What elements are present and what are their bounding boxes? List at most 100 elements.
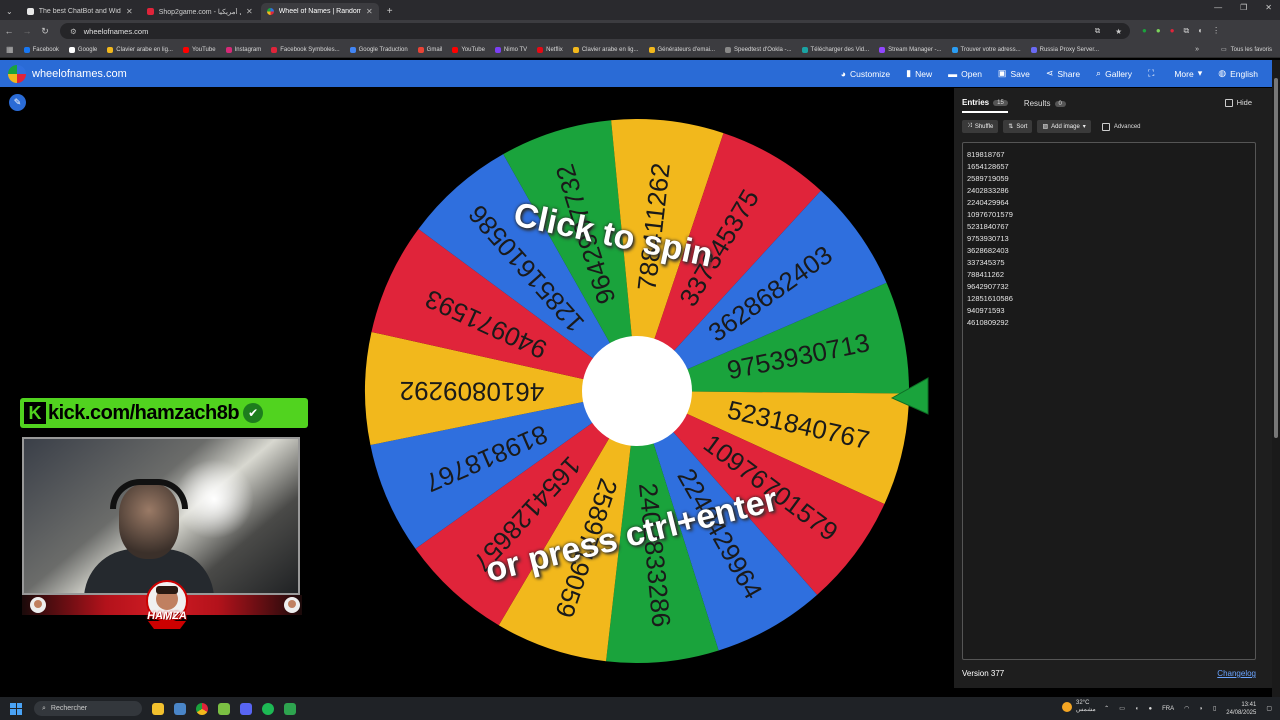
clock[interactable]: 13:41 24/08/2025	[1226, 701, 1256, 717]
weather-widget[interactable]: 32°C مشمس	[1062, 700, 1096, 713]
menu-item-fullscreen[interactable]: ⛶	[1148, 68, 1158, 79]
browser-tab-2[interactable]: Shop2game.com - شحال أمريكيا ✕	[141, 3, 259, 20]
notifications-icon[interactable]: ▢	[1266, 705, 1272, 712]
site-info-icon[interactable]: ⚙	[70, 27, 77, 36]
page-scrollbar[interactable]	[1272, 60, 1280, 700]
new-tab-button[interactable]: +	[379, 6, 401, 20]
entries-textarea[interactable]: 819818767 1654128657 2589719059 2402833286 2…	[962, 142, 1256, 660]
menu-kebab-icon[interactable]: ⋮	[1212, 26, 1220, 36]
wheel-container[interactable]: 9753930713 5231840767 10976701579 224042996…	[362, 116, 929, 666]
bookmark-item[interactable]: YouTube	[452, 46, 485, 53]
hide-toggle[interactable]: Hide	[1224, 98, 1252, 107]
forward-icon[interactable]: →	[18, 26, 36, 36]
browser-tab-1[interactable]: The best ChatBot and Widgets ✕	[21, 3, 139, 20]
bookmark-item[interactable]: Nimo TV	[494, 46, 527, 53]
profile-icon[interactable]: ◐	[1198, 26, 1203, 36]
reload-icon[interactable]: ↻	[36, 26, 54, 37]
menu-item-customize[interactable]: ◕ Customize	[841, 68, 891, 79]
file-explorer-icon[interactable]	[152, 702, 164, 715]
bookmark-item[interactable]: Clavier arabe en lig...	[107, 46, 173, 53]
bookmark-item[interactable]: Instagram	[225, 46, 262, 53]
all-bookmarks-button[interactable]: » ▭ Tous les favoris	[1195, 46, 1272, 53]
changelog-link[interactable]: Changelog	[1217, 669, 1256, 678]
chevron-up-icon[interactable]: ⌃	[1104, 705, 1109, 712]
brand-name[interactable]: wheelofnames.com	[32, 68, 127, 80]
extension-icon[interactable]: ●	[1170, 26, 1175, 36]
address-bar[interactable]: ⚙ wheelofnames.com ⧉ ★	[60, 23, 1130, 39]
menu-item-new[interactable]: ▮ New	[906, 68, 932, 79]
menu-item-gallery[interactable]: ⌕ Gallery	[1096, 68, 1132, 79]
shuffle-button[interactable]: ⤨ Shuffle	[962, 120, 999, 133]
entry-line: 2402833286	[967, 186, 1009, 195]
menu-item-label: Share	[1057, 68, 1081, 79]
wifi-icon[interactable]: ◠	[1184, 705, 1189, 712]
bookmark-item[interactable]: Trouver votre adress...	[951, 46, 1021, 53]
spotify-icon[interactable]	[262, 702, 274, 715]
menu-item-save[interactable]: ▣ Save	[998, 68, 1030, 79]
menu-item-english[interactable]: ◍ English	[1218, 68, 1258, 79]
app-stack-icon[interactable]	[218, 702, 230, 715]
wheel-hub[interactable]	[582, 336, 692, 446]
menu-item-open[interactable]: ▬ Open	[948, 68, 982, 79]
chrome-icon[interactable]	[196, 702, 208, 715]
bookmark-item[interactable]: Générateurs d'emai...	[648, 46, 715, 53]
tab-search-icon[interactable]: ⌄	[0, 7, 19, 20]
maximize-icon[interactable]: ❐	[1240, 3, 1247, 12]
close-icon[interactable]: ✕	[366, 7, 373, 16]
minimize-icon[interactable]: —	[1214, 3, 1222, 12]
volume-icon[interactable]: ◖	[1135, 706, 1139, 712]
close-icon[interactable]: ✕	[126, 7, 133, 16]
bookmark-item[interactable]: Stream Manager -...	[879, 46, 942, 53]
tab-results[interactable]: Results 0	[1024, 98, 1066, 113]
menu-item-more[interactable]: More ▾	[1174, 68, 1202, 79]
apps-grid-icon[interactable]: ▦	[6, 45, 14, 54]
extension-icon[interactable]: ●	[1156, 26, 1161, 36]
advanced-toggle[interactable]: Advanced	[1101, 122, 1141, 131]
tab-entries[interactable]: Entries 15	[962, 98, 1008, 113]
bookmark-label: Instagram	[234, 46, 262, 53]
hide-checkbox[interactable]	[1224, 98, 1233, 107]
bookmark-item[interactable]: Netflix	[537, 46, 563, 53]
app-green-icon[interactable]	[284, 702, 296, 715]
bookmark-item[interactable]: Google Traduction	[349, 46, 408, 53]
search-icon: ⌕	[42, 704, 46, 712]
back-icon[interactable]: ←	[0, 26, 18, 36]
network-icon[interactable]: ▭	[1119, 705, 1125, 712]
bookmark-item[interactable]: YouTube	[182, 46, 216, 53]
language-indicator[interactable]: FRA	[1162, 706, 1174, 712]
scrollbar-thumb[interactable]	[1274, 78, 1278, 438]
shuffle-label: Shuffle	[974, 123, 994, 130]
advanced-checkbox[interactable]	[1101, 122, 1110, 131]
name-wheel[interactable]: 9753930713523184076710976701579224042996…	[362, 116, 929, 666]
bookmark-item[interactable]: Russia Proxy Server...	[1030, 46, 1099, 53]
menu-item-label: Save	[1010, 68, 1030, 79]
edit-pencil-button[interactable]: ✎	[9, 94, 26, 111]
extensions-puzzle-icon[interactable]: ⧉	[1184, 26, 1190, 36]
speaker-icon[interactable]: ◗	[1199, 706, 1203, 712]
bookmark-item[interactable]: Gmail	[417, 46, 442, 53]
browser-tab-3[interactable]: Wheel of Names | Random nam ✕	[260, 3, 379, 20]
bookmark-item[interactable]: Clavier arabe en lig...	[572, 46, 639, 53]
bookmark-item[interactable]: Google	[68, 46, 97, 53]
bookmark-item[interactable]: Speedtest d'Ookla -...	[725, 46, 792, 53]
bookmark-item[interactable]: Facebook	[23, 46, 59, 53]
bookmark-item[interactable]: Facebook Symboles...	[271, 46, 340, 53]
battery-icon[interactable]: ▯	[1213, 705, 1216, 712]
entry-line: 4610809292	[967, 318, 1009, 327]
add-image-button[interactable]: ▨ Add image ▾	[1037, 120, 1091, 133]
wheel-logo-icon[interactable]	[8, 64, 26, 83]
menu-item-share[interactable]: ⋖ Share	[1046, 68, 1080, 79]
app-icon[interactable]	[174, 702, 186, 715]
taskbar-search[interactable]: ⌕ Rechercher	[34, 701, 142, 716]
discord-icon[interactable]	[240, 702, 252, 715]
translate-icon[interactable]: ⧉	[1095, 26, 1100, 36]
extension-icon[interactable]: ●	[1142, 26, 1147, 36]
sort-button[interactable]: ⇅ Sort	[1003, 120, 1033, 133]
star-icon[interactable]: ★	[1115, 27, 1122, 36]
close-window-icon[interactable]: ✕	[1265, 3, 1272, 12]
verified-icon: ✔	[243, 403, 264, 423]
mic-icon[interactable]: ●	[1148, 706, 1152, 712]
close-icon[interactable]: ✕	[246, 7, 253, 16]
windows-start-icon[interactable]	[10, 702, 22, 715]
bookmark-item[interactable]: Télécharger des Vid...	[801, 46, 869, 53]
